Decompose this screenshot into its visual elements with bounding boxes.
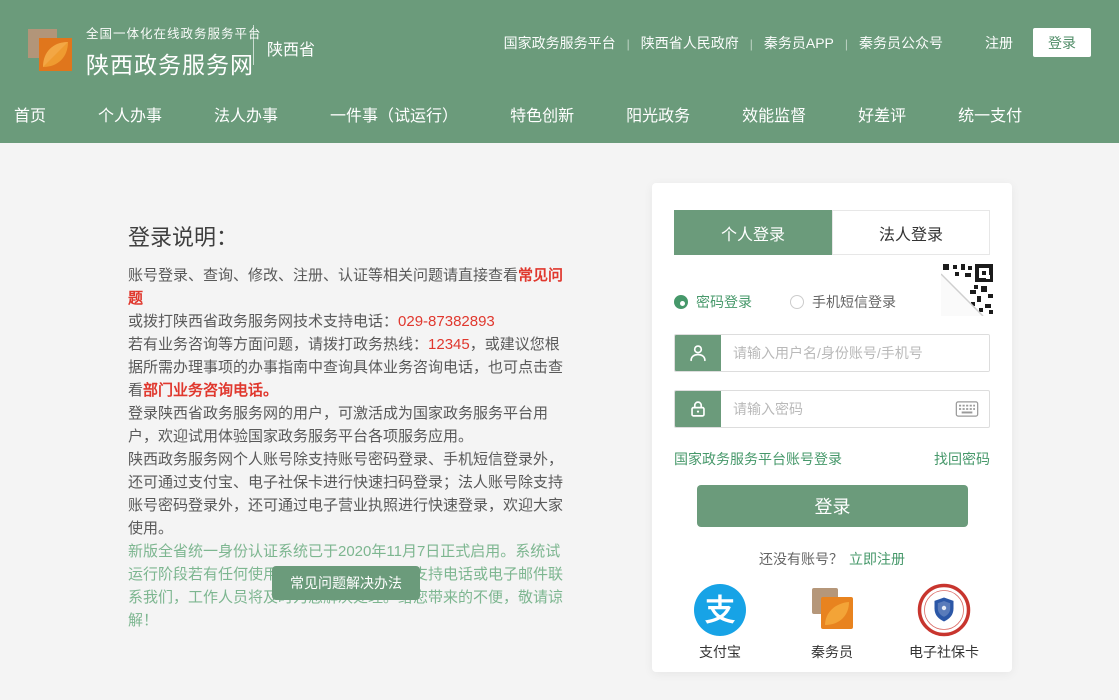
third-party-social-security-card[interactable]: 电子社保卡 [908, 583, 980, 662]
social-security-card-icon[interactable] [917, 583, 971, 637]
register-link[interactable]: 注册 [985, 33, 1013, 53]
nav-item[interactable]: 阳光政务 [626, 102, 690, 126]
header-link-separator: | [750, 37, 753, 51]
header-login-button[interactable]: 登录 [1033, 28, 1091, 57]
national-platform-login-link[interactable]: 国家政务服务平台账号登录 [674, 449, 842, 469]
qr-login-icon[interactable] [941, 262, 995, 316]
nav-item[interactable]: 一件事（试运行） [330, 102, 458, 126]
platform-label: 全国一体化在线政务服务平台 [86, 23, 262, 42]
third-party-label: 电子社保卡 [908, 642, 980, 662]
top-header: 全国一体化在线政务服务平台 陕西政务服务网 陕西省 国家政务服务平台 | 陕西省人民… [0, 0, 1119, 85]
header-link[interactable]: 陕西省人民政府 [641, 35, 739, 51]
third-party-label: 支付宝 [684, 642, 756, 662]
tab-legal-person-login[interactable]: 法人登录 [832, 210, 990, 255]
radio-icon [790, 295, 804, 309]
nav-item[interactable]: 好差评 [858, 102, 906, 126]
login-tabs: 个人登录法人登录 [674, 210, 990, 255]
no-account-label: 还没有账号？ [759, 551, 843, 567]
header-link[interactable]: 国家政务服务平台 [504, 35, 616, 51]
third-party-qinwuyuan[interactable]: 秦务员 [796, 583, 868, 662]
forgot-password-link[interactable]: 找回密码 [934, 449, 990, 469]
instructions-title: 登录说明： [128, 220, 238, 252]
site-name: 陕西政务服务网 [86, 46, 262, 80]
username-input[interactable] [721, 335, 989, 371]
keyboard-icon[interactable] [955, 401, 979, 417]
password-input[interactable] [721, 391, 955, 427]
login-mode-label: 手机短信登录 [812, 292, 896, 312]
lock-icon [675, 391, 721, 427]
login-panel: 个人登录法人登录 密码登录 手机短信登录 [652, 183, 1012, 672]
login-mode-label: 密码登录 [696, 292, 752, 312]
nav-item[interactable]: 首页 [14, 102, 46, 126]
user-icon [675, 335, 721, 371]
third-party-alipay[interactable]: 支支付宝 [684, 583, 756, 662]
radio-icon [674, 295, 688, 309]
username-field [674, 334, 990, 372]
instruction-text: 或拨打陕西省政务服务网技术支持电话： [128, 313, 398, 330]
site-logo-icon [26, 25, 74, 73]
instruction-text: 若有业务咨询等方面问题，请拨打政务热线： [128, 336, 428, 353]
nav-item[interactable]: 效能监督 [742, 102, 806, 126]
login-mode-option[interactable]: 手机短信登录 [790, 292, 896, 312]
nav-item[interactable]: 统一支付 [958, 102, 1022, 126]
qinwuyuan-icon[interactable] [805, 583, 859, 637]
tab-personal-login[interactable]: 个人登录 [674, 210, 832, 255]
header-link[interactable]: 秦务员APP [764, 35, 834, 51]
region-label: 陕西省 [267, 36, 315, 60]
password-field [674, 390, 990, 428]
third-party-label: 秦务员 [796, 642, 868, 662]
header-link[interactable]: 秦务员公众号 [859, 35, 943, 51]
header-divider [253, 25, 254, 65]
instruction-text: 登录陕西省政务服务网的用户，可激活成为国家政务服务平台用户，欢迎试用体验国家政务… [128, 405, 548, 445]
login-mode-option[interactable]: 密码登录 [674, 292, 752, 312]
nav-item[interactable]: 特色创新 [510, 102, 574, 126]
header-link-separator: | [845, 37, 848, 51]
login-button[interactable]: 登录 [697, 485, 968, 527]
third-party-login-row: 支支付宝秦务员电子社保卡 [652, 583, 1012, 662]
faq-solutions-button[interactable]: 常见问题解决办法 [272, 566, 420, 600]
instruction-text: 陕西政务服务网个人账号除支持账号密码登录、手机短信登录外，还可通过支付宝、电子社… [128, 451, 563, 537]
header-link-separator: | [627, 37, 630, 51]
register-now-link[interactable]: 立即注册 [849, 551, 905, 567]
instruction-text: 12345 [428, 336, 470, 353]
main-nav: 首页 个人办事 法人办事 一件事（试运行） 特色创新 阳光政务 效能监督 好差评 统一支付 [0, 85, 1119, 143]
svg-text:支: 支 [705, 594, 735, 629]
instruction-text: 账号登录、查询、修改、注册、认证等相关问题请直接查看 [128, 267, 518, 284]
nav-item[interactable]: 法人办事 [214, 102, 278, 126]
inline-link[interactable]: 部门业务咨询电话。 [143, 382, 278, 399]
alipay-icon[interactable]: 支 [693, 583, 747, 637]
instruction-text: 029-87382893 [398, 313, 495, 330]
nav-item[interactable]: 个人办事 [98, 102, 162, 126]
